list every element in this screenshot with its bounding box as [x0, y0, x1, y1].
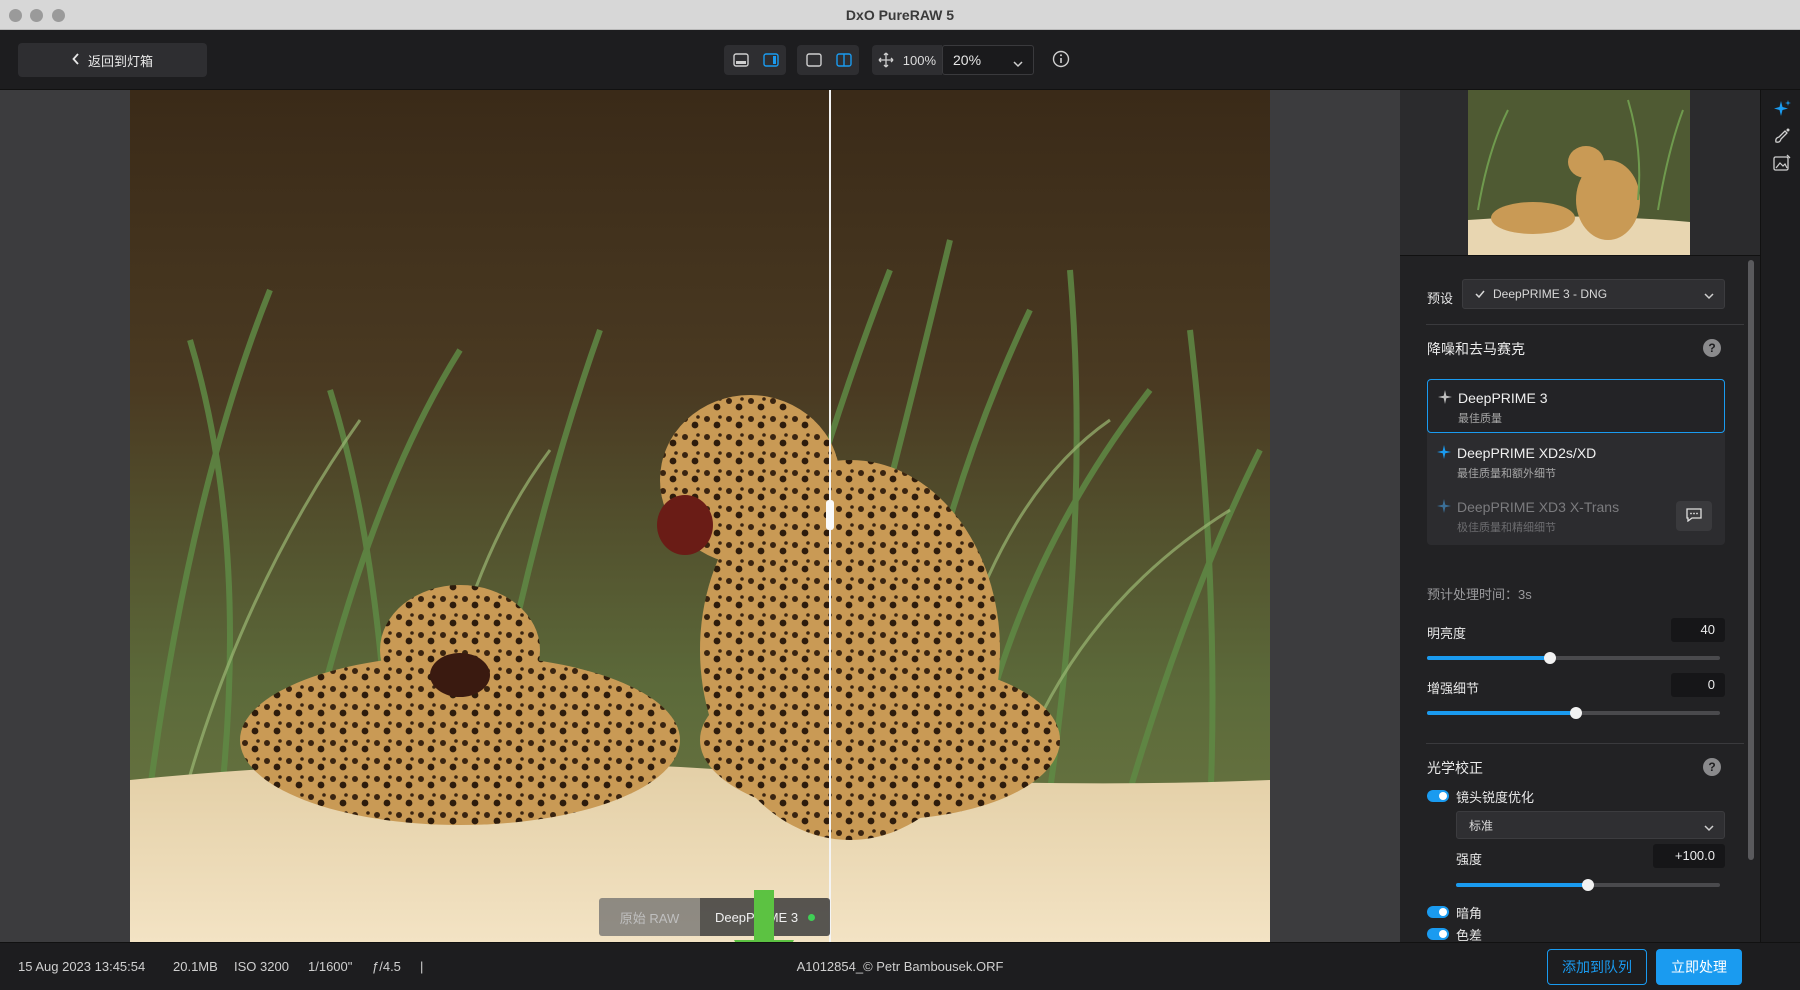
panel-scrollbar[interactable] — [1748, 260, 1754, 860]
brightness-slider[interactable] — [1427, 652, 1720, 664]
chevron-down-icon — [1704, 289, 1714, 303]
panel-separator — [1400, 255, 1760, 256]
detail-value-input[interactable]: 0 — [1671, 673, 1725, 697]
chevron-left-icon — [72, 52, 80, 68]
processing-eta: 预计处理时间：3s — [1427, 587, 1532, 602]
split-handle[interactable] — [826, 500, 834, 530]
feedback-button[interactable] — [1676, 501, 1712, 531]
vignette-toggle[interactable] — [1427, 906, 1449, 918]
move-icon[interactable] — [876, 49, 897, 71]
option-subtitle: 最佳质量 — [1458, 413, 1502, 425]
option-subtitle: 最佳质量和额外细节 — [1457, 468, 1556, 480]
denoise-option-deepprime3[interactable]: DeepPRIME 3 最佳质量 — [1427, 379, 1725, 433]
title-bar: DxO PureRAW 5 — [0, 0, 1800, 30]
brush-icon[interactable] — [1771, 125, 1793, 147]
settings-panel: 预设 DeepPRIME 3 - DNG 降噪和去马赛克 ? DeepPRIME… — [1400, 90, 1760, 942]
fit-zoom-group: 100% — [872, 45, 942, 75]
info-icon[interactable] — [1052, 50, 1070, 71]
divider — [1426, 324, 1744, 325]
check-icon — [1475, 287, 1485, 301]
status-dot-icon — [808, 913, 816, 921]
preset-value: DeepPRIME 3 - DNG — [1493, 287, 1608, 301]
back-to-lightbox-button[interactable]: 返回到灯箱 — [18, 43, 207, 77]
brightness-value-input[interactable]: 40 — [1671, 618, 1725, 642]
detail-slider[interactable] — [1427, 707, 1720, 719]
view-mode-group — [797, 45, 859, 75]
tool-strip — [1760, 90, 1800, 942]
navigator — [1400, 90, 1760, 255]
sparkle-icon — [1437, 445, 1451, 462]
brightness-slider-knob[interactable] — [1544, 652, 1557, 664]
vignette-label: 暗角 — [1456, 906, 1483, 921]
option-title: DeepPRIME XD3 X-Trans — [1457, 499, 1620, 515]
intensity-slider-fill — [1456, 883, 1588, 887]
chroma-label: 色差 — [1456, 928, 1483, 942]
optics-section-title: 光学校正 — [1427, 760, 1483, 776]
denoise-help-icon[interactable]: ? — [1703, 339, 1721, 357]
denoise-method-list: DeepPRIME 3 最佳质量 DeepPRIME XD2s/XD 最佳质量和… — [1427, 379, 1725, 545]
back-label: 返回到灯箱 — [87, 53, 153, 69]
status-bar: 15 Aug 2023 13:45:54 20.1MB ISO 3200 1/1… — [0, 942, 1800, 990]
chroma-toggle[interactable] — [1427, 928, 1449, 940]
ai-sparkle-icon[interactable] — [1771, 98, 1793, 120]
option-title: DeepPRIME XD2s/XD — [1457, 445, 1597, 461]
divider — [1426, 743, 1744, 744]
detail-slider-knob[interactable] — [1570, 707, 1583, 719]
toolbar: 返回到灯箱 100% 20% — [0, 30, 1800, 90]
photo-preview[interactable] — [130, 90, 1270, 942]
image-edit-icon[interactable] — [1771, 152, 1793, 174]
comment-icon — [1686, 507, 1702, 525]
jaguar-photo — [130, 90, 1270, 942]
layout-toggle-group — [724, 45, 786, 75]
lens-sharpness-mode-select[interactable]: 标准 — [1456, 811, 1725, 839]
lens-sharpness-toggle[interactable] — [1427, 790, 1449, 802]
brightness-slider-fill — [1427, 656, 1551, 660]
chevron-down-icon — [1013, 55, 1023, 71]
denoise-section-title: 降噪和去马赛克 — [1427, 341, 1525, 357]
preset-select[interactable]: DeepPRIME 3 - DNG — [1462, 279, 1725, 309]
bottom-panel-icon[interactable] — [728, 49, 754, 71]
navigator-thumbnail[interactable] — [1468, 90, 1690, 255]
lens-sharpness-label: 镜头锐度优化 — [1456, 790, 1535, 805]
zoom-level-select[interactable]: 20% — [942, 45, 1034, 75]
split-view-icon[interactable] — [831, 49, 857, 71]
single-view-icon[interactable] — [801, 49, 827, 71]
detail-slider-fill — [1427, 711, 1577, 715]
chevron-down-icon — [1704, 821, 1714, 835]
zoom-level-value: 20% — [953, 52, 982, 68]
preset-label: 预设 — [1427, 291, 1454, 306]
intensity-slider-knob[interactable] — [1582, 879, 1594, 891]
compare-tabs: 原始 RAW DeepPRIME 3 — [599, 898, 830, 936]
option-subtitle: 极佳质量和精细细节 — [1457, 522, 1556, 534]
process-now-button[interactable]: 立即处理 — [1656, 949, 1742, 985]
sparkle-icon — [1438, 390, 1452, 407]
zoom-100-button[interactable]: 100% — [897, 53, 942, 68]
file-name: A1012854_© Petr Bambousek.ORF — [796, 959, 1004, 974]
add-to-queue-button[interactable]: 添加到队列 — [1547, 949, 1647, 985]
sparkle-icon — [1437, 499, 1451, 516]
window-title: DxO PureRAW 5 — [845, 7, 955, 23]
lens-mode-value: 标准 — [1469, 818, 1494, 833]
side-panel-icon[interactable] — [758, 49, 784, 71]
intensity-slider[interactable] — [1456, 879, 1720, 891]
brightness-label: 明亮度 — [1427, 626, 1467, 641]
chroma-row-clip: 色差 — [1400, 926, 1760, 942]
denoise-option-xd2s[interactable]: DeepPRIME XD2s/XD 最佳质量和额外细节 — [1427, 435, 1725, 489]
detail-label: 增强细节 — [1427, 681, 1480, 696]
intensity-value-input[interactable]: +100.0 — [1653, 844, 1725, 868]
option-title: DeepPRIME 3 — [1458, 390, 1548, 406]
image-canvas: 原始 RAW DeepPRIME 3 — [0, 90, 1400, 990]
intensity-label: 强度 — [1456, 852, 1483, 867]
optics-help-icon[interactable]: ? — [1703, 758, 1721, 776]
original-raw-tab[interactable]: 原始 RAW — [599, 898, 700, 936]
